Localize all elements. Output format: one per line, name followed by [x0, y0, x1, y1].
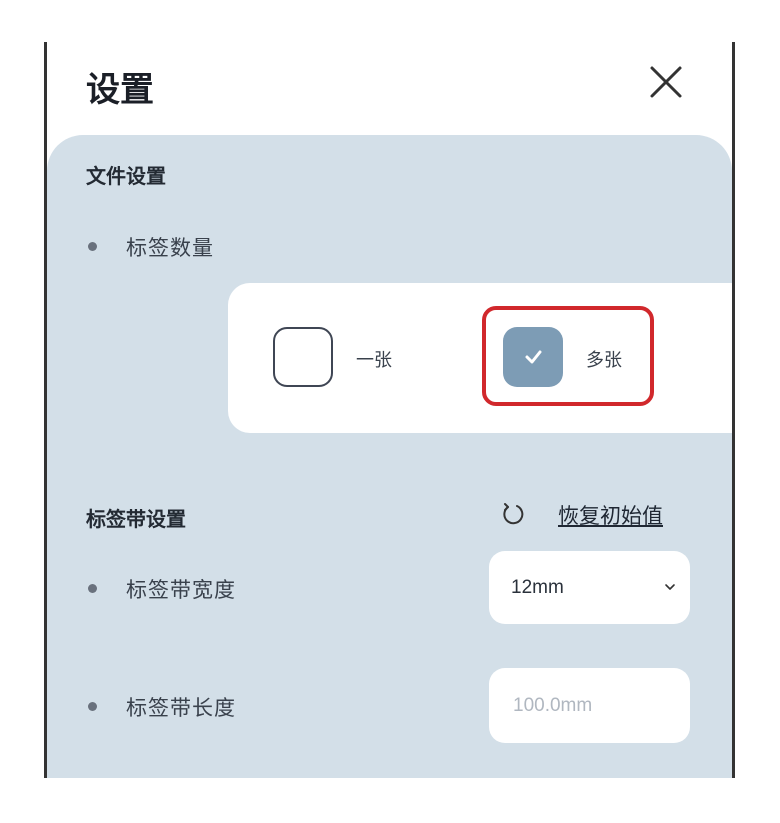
label-count-label: 标签数量 [126, 236, 214, 260]
tape-length-input[interactable] [511, 693, 665, 718]
file-settings-title: 文件设置 [86, 164, 166, 188]
tape-length-label: 标签带长度 [126, 696, 236, 720]
reset-icon[interactable] [500, 501, 526, 527]
bullet [88, 584, 97, 593]
tape-length-field[interactable] [489, 668, 690, 743]
selection-highlight-box [482, 306, 654, 406]
single-label-option-label[interactable]: 一张 [356, 346, 392, 372]
right-edge-border [732, 42, 735, 778]
bullet [88, 702, 97, 711]
tape-width-label: 标签带宽度 [126, 578, 236, 602]
bullet [88, 242, 97, 251]
single-label-checkbox[interactable] [273, 327, 333, 387]
page-title: 设置 [86, 70, 154, 110]
tape-width-value: 12mm [511, 576, 564, 598]
chevron-down-icon [665, 584, 675, 590]
close-icon[interactable] [646, 62, 686, 102]
reset-defaults-link[interactable]: 恢复初始值 [558, 500, 663, 530]
tape-settings-title: 标签带设置 [86, 507, 186, 531]
tape-width-select[interactable]: 12mm [489, 551, 690, 624]
